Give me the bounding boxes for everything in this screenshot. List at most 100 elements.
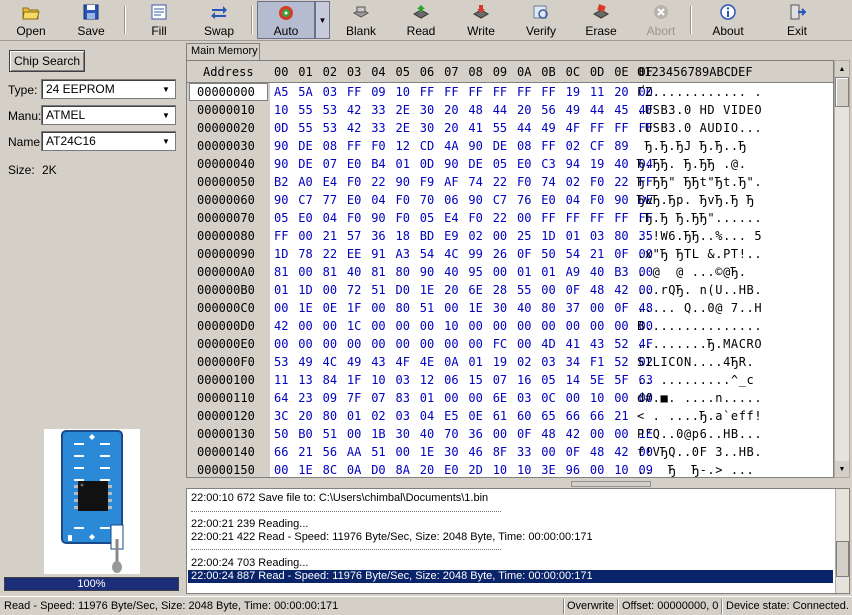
hex-byte[interactable]: A3 (396, 247, 410, 261)
hex-byte[interactable]: 50 (541, 247, 555, 261)
hex-byte[interactable]: EE (347, 247, 361, 261)
hex-byte[interactable]: 00 (323, 337, 337, 351)
hex-byte[interactable]: 66 (274, 445, 288, 459)
ascii-text[interactable]: d#.■. ....n..... (637, 391, 762, 405)
hex-byte[interactable]: 96 (566, 463, 580, 477)
ascii-text[interactable]: P°Q..0@p6..HB... (637, 427, 762, 441)
hex-byte[interactable]: 48 (590, 445, 604, 459)
hex-byte[interactable]: CD (420, 139, 434, 153)
hex-byte[interactable]: 2E (396, 121, 410, 135)
hex-byte[interactable]: 6E (493, 391, 507, 405)
ascii-text[interactable]: .x"Ђ ЂTL &.PT!.. (637, 247, 762, 261)
hex-row[interactable]: 000000C0 00 1E 0E 1F 00 80 51 00 1E 30 40 80 37 00 0F 48… (187, 299, 833, 317)
hex-byte[interactable]: 8F (493, 445, 507, 459)
ascii-text[interactable]: .USB3.0 HD VIDEO (637, 103, 762, 117)
hex-byte[interactable]: 13 (298, 373, 312, 387)
hex-byte[interactable]: 89 (614, 139, 628, 153)
hex-byte[interactable]: 36 (371, 229, 385, 243)
hex-byte[interactable]: 1F (347, 301, 361, 315)
ascii-text[interactable]: SILICON....4ЂR. (637, 355, 754, 369)
hex-byte[interactable]: 03 (323, 85, 337, 99)
write-button[interactable]: Write (460, 1, 502, 39)
hex-byte[interactable]: 22 (493, 211, 507, 225)
hex-byte[interactable]: 03 (517, 391, 531, 405)
chip-name-select[interactable]: AT24C16 ▼ (41, 131, 176, 151)
ascii-text[interactable]: .........Ђ.MACRO (637, 337, 762, 351)
hex-byte[interactable]: 1B (371, 427, 385, 441)
hex-byte[interactable]: 40 (614, 157, 628, 171)
hex-byte[interactable]: 05 (493, 157, 507, 171)
hex-byte[interactable]: 51 (420, 301, 434, 315)
hex-byte[interactable]: 49 (347, 355, 361, 369)
hex-byte[interactable]: 05 (541, 373, 555, 387)
hex-byte[interactable]: 55 (298, 121, 312, 135)
hex-byte[interactable]: 77 (323, 193, 337, 207)
hex-byte[interactable]: 10 (590, 391, 604, 405)
hex-byte[interactable]: F0 (371, 139, 385, 153)
hex-byte[interactable]: 00 (541, 319, 555, 333)
hex-byte[interactable]: 00 (541, 283, 555, 297)
verify-button[interactable]: Verify (520, 1, 562, 39)
hex-byte[interactable]: 00 (517, 319, 531, 333)
hex-byte[interactable]: 00 (396, 319, 410, 333)
hex-byte[interactable]: B3 (614, 265, 628, 279)
hex-byte[interactable]: 41 (468, 121, 482, 135)
hex-byte[interactable]: D0 (371, 463, 385, 477)
hex-byte[interactable]: 01 (517, 265, 531, 279)
hex-byte[interactable]: 22 (614, 175, 628, 189)
hex-byte[interactable]: 54 (566, 247, 580, 261)
hex-byte[interactable]: 06 (444, 373, 458, 387)
hex-byte[interactable]: 03 (396, 373, 410, 387)
hex-byte[interactable]: E0 (517, 157, 531, 171)
hex-byte[interactable]: 00 (274, 337, 288, 351)
hex-byte[interactable]: 0C (541, 391, 555, 405)
hex-byte[interactable]: 20 (444, 121, 458, 135)
hex-byte[interactable]: 40 (517, 301, 531, 315)
hex-row[interactable]: 00000020 0D 55 53 42 33 2E 30 20 41 55 44 49 4F FF FF FF… (187, 119, 833, 137)
scroll-down-icon[interactable]: ▼ (835, 461, 849, 477)
hex-row[interactable]: 00000150 00 1E 8C 0A D0 8A 20 E0 2D 10 10 3E 96 00 10 09… (187, 461, 833, 477)
hex-row[interactable]: 000000E0 00 00 00 00 00 00 00 00 00 FC 00 4D 41 43 52 4F… (187, 335, 833, 353)
hex-byte[interactable]: E0 (347, 157, 361, 171)
hex-byte[interactable]: E4 (323, 175, 337, 189)
hex-byte[interactable]: 66 (566, 409, 580, 423)
hex-byte[interactable]: 90 (420, 265, 434, 279)
hex-byte[interactable]: 0F (566, 445, 580, 459)
hex-byte[interactable]: 90 (396, 175, 410, 189)
hex-byte[interactable]: 51 (323, 427, 337, 441)
hex-byte[interactable]: 11 (274, 373, 288, 387)
hex-byte[interactable]: 10 (371, 373, 385, 387)
hex-byte[interactable]: 40 (420, 427, 434, 441)
hex-byte[interactable]: 00 (590, 301, 604, 315)
hex-byte[interactable]: 54 (420, 247, 434, 261)
hex-byte[interactable]: E0 (444, 463, 458, 477)
hex-byte[interactable]: D0 (396, 283, 410, 297)
auto-button[interactable]: Auto (257, 1, 315, 39)
hex-byte[interactable]: 00 (274, 463, 288, 477)
hex-byte[interactable]: 40 (590, 265, 604, 279)
hex-byte[interactable]: 10 (614, 463, 628, 477)
hex-byte[interactable]: F0 (396, 193, 410, 207)
hex-byte[interactable]: 56 (323, 445, 337, 459)
pane-splitter[interactable] (186, 480, 850, 488)
hex-byte[interactable]: F9 (420, 175, 434, 189)
hex-byte[interactable]: 40 (444, 265, 458, 279)
hex-byte[interactable]: 00 (590, 463, 604, 477)
hex-byte[interactable]: 01 (541, 265, 555, 279)
hex-byte[interactable]: 00 (493, 265, 507, 279)
hex-byte[interactable]: 01 (347, 409, 361, 423)
hex-byte[interactable]: 6E (468, 283, 482, 297)
hex-byte[interactable]: 84 (323, 373, 337, 387)
hex-byte[interactable]: FF (614, 211, 628, 225)
hex-byte[interactable]: 00 (371, 319, 385, 333)
hex-byte[interactable]: FF (590, 121, 604, 135)
hex-byte[interactable]: A0 (298, 175, 312, 189)
hex-byte[interactable]: F0 (590, 193, 604, 207)
hex-byte[interactable]: 43 (590, 337, 604, 351)
hex-byte[interactable]: 66 (590, 409, 604, 423)
hex-byte[interactable]: 22 (493, 175, 507, 189)
hex-byte[interactable]: 02 (517, 355, 531, 369)
hex-byte[interactable]: 34 (566, 355, 580, 369)
hex-byte[interactable]: 61 (493, 409, 507, 423)
hex-byte[interactable]: 00 (274, 301, 288, 315)
